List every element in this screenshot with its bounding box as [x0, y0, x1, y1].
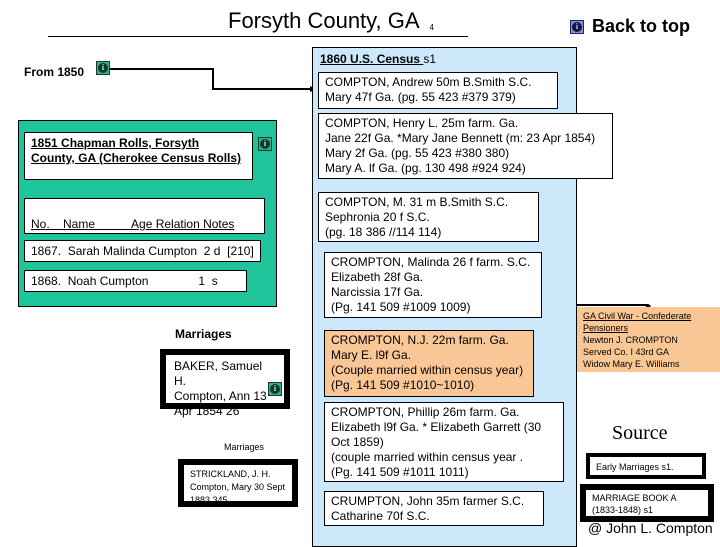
- source-ref: s1: [423, 52, 437, 66]
- back-to-top-label[interactable]: Back to top: [592, 16, 690, 37]
- marriages-heading: Marriages: [224, 442, 265, 452]
- census-1860-title[interactable]: 1860 U.S. Census: [320, 52, 423, 66]
- title-text: Forsyth County, GA: [228, 8, 420, 33]
- info-icon[interactable]: i: [258, 137, 272, 151]
- marriage-record: BAKER, Samuel H. Compton, Ann 13 Apr 185…: [160, 349, 290, 418]
- chapman-table: No. Name Age Relation Notes 1866. Nancy …: [24, 198, 265, 260]
- pension-line: Widow Mary E. Williams: [583, 359, 680, 369]
- pension-line: Newton J. CROMPTON: [583, 335, 678, 345]
- table-header: No. Name Age Relation Notes: [31, 217, 235, 231]
- pension-box: GA Civil War - Confederate Pensioners Ne…: [577, 307, 720, 372]
- connector-1850-to-census: [110, 68, 316, 90]
- census-entry: COMPTON, Andrew 50m B.Smith S.C. Mary 47…: [318, 72, 558, 109]
- title-underline: [48, 36, 468, 37]
- marriage-record: STRICKLAND, J. H. Compton, Mary 30 Sept …: [178, 459, 298, 507]
- copyright-text: @ John L. Compton: [588, 520, 713, 536]
- chapman-rolls-title[interactable]: 1851 Chapman Rolls, Forsyth County, GA (…: [24, 132, 253, 180]
- census-entry: COMPTON, M. 31 m B.Smith S.C. Sephronia …: [318, 192, 539, 242]
- from-1850-label: From 1850: [24, 65, 85, 79]
- census-entry-highlighted: CROMPTON, N.J. 22m farm. Ga. Mary E. l9f…: [324, 330, 534, 397]
- source-item: MARRIAGE BOOK A (1833-1848) s1: [580, 484, 714, 522]
- pension-heading[interactable]: GA Civil War - Confederate Pensioners: [583, 310, 714, 334]
- census-1860-heading: 1860 U.S. Census s1: [320, 52, 436, 66]
- title-superscript: 4: [429, 23, 434, 32]
- table-row: 1867. Sarah Malinda Cumpton 2 d [210]: [24, 240, 261, 262]
- source-heading: Source: [612, 422, 668, 444]
- census-entry: COMPTON, Henry L. 25m farm. Ga. Jane 22f…: [318, 113, 613, 179]
- census-entry: CROMPTON, Malinda 26 f farm. S.C. Elizab…: [324, 252, 542, 318]
- info-icon[interactable]: i: [96, 61, 110, 75]
- back-to-top-link[interactable]: i Back to top: [570, 16, 690, 37]
- marriages-heading: Marriages: [175, 327, 232, 341]
- census-entry: CROMPTON, Phillip 26m farm. Ga. Elizabet…: [324, 402, 564, 482]
- page-title: Forsyth County, GA 4: [228, 8, 434, 34]
- census-entry: CRUMPTON, John 35m farmer S.C. Catharine…: [324, 491, 544, 526]
- source-item: Early Marriages s1.: [586, 453, 706, 479]
- info-icon[interactable]: i: [268, 382, 282, 396]
- pension-line: Served Co. I 43rd GA: [583, 347, 670, 357]
- table-row: 1868. Noah Cumpton 1 s: [24, 270, 247, 292]
- info-icon[interactable]: i: [570, 19, 584, 34]
